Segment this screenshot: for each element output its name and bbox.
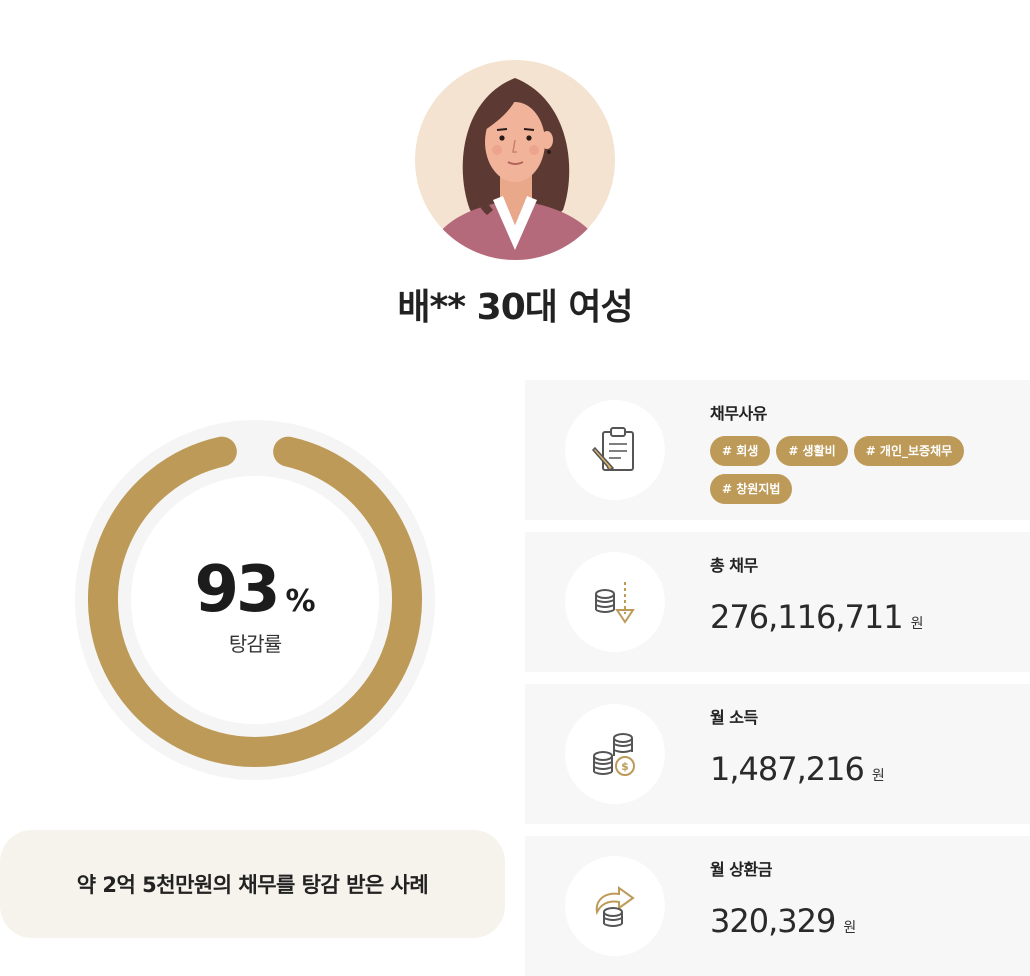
monthly-repayment-title: 월 상환금 — [710, 860, 772, 879]
total-debt-title: 총 채무 — [710, 556, 758, 575]
monthly-income-unit: 원 — [871, 768, 885, 784]
total-debt-card: 총 채무 276,116,711 원 — [525, 532, 1030, 672]
coins-down-arrow-icon — [595, 582, 635, 624]
summary-text: 약 2억 5천만원의 채무를 탕감 받은 사례 — [76, 873, 429, 897]
monthly-income-icon-circle: $ — [565, 704, 665, 804]
total-debt-unit: 원 — [910, 616, 924, 632]
summary-box: 약 2억 5천만원의 채무를 탕감 받은 사례 — [0, 830, 505, 938]
debt-reason-tags: # 회생 # 생활비 # 개인_보증채무 # 창원지법 — [710, 436, 1010, 512]
tag-changwon-court[interactable]: # 창원지법 — [710, 474, 793, 504]
svg-text:$: $ — [621, 760, 629, 773]
total-debt-amount: 276,116,711 원 — [710, 598, 923, 636]
monthly-repayment-value: 320,329 — [710, 902, 836, 940]
woman-avatar-icon — [425, 78, 607, 260]
monthly-income-amount: 1,487,216 원 — [710, 750, 885, 788]
total-debt-value: 276,116,711 — [710, 598, 904, 636]
monthly-income-value: 1,487,216 — [710, 750, 865, 788]
coins-stack-icon: $ — [593, 733, 635, 776]
clipboard-pencil-icon — [591, 427, 634, 472]
debt-reason-icon-circle — [565, 400, 665, 500]
profile-name: 배** 30대 여성 — [397, 287, 633, 328]
debt-reason-title: 채무사유 — [710, 404, 767, 423]
avatar — [415, 60, 615, 260]
monthly-repayment-icon-circle — [565, 856, 665, 956]
reduction-rate-value: 93% — [75, 553, 435, 627]
reduction-rate-label: 탕감률 — [228, 632, 282, 656]
reduction-rate-unit: % — [285, 584, 316, 619]
monthly-income-card: $ 월 소득 1,487,216 원 — [525, 684, 1030, 824]
monthly-repayment-card: 월 상환금 320,329 원 — [525, 836, 1030, 976]
monthly-income-title: 월 소득 — [710, 708, 758, 727]
tag-living-expenses[interactable]: # 생활비 — [776, 436, 848, 466]
debt-reason-card: 채무사유 # 회생 # 생활비 # 개인_보증채무 # 창원지법 — [525, 380, 1030, 520]
reduction-rate-gauge: 93% 탕감률 — [75, 420, 435, 780]
monthly-repayment-unit: 원 — [843, 920, 857, 936]
coins-return-arrow-icon — [595, 886, 635, 927]
total-debt-icon-circle — [565, 552, 665, 652]
tag-personal-guarantee-debt[interactable]: # 개인_보증채무 — [853, 436, 965, 466]
monthly-repayment-amount: 320,329 원 — [710, 902, 856, 940]
reduction-rate-number: 93 — [194, 553, 280, 627]
tag-rehabilitation[interactable]: # 회생 — [710, 436, 771, 466]
